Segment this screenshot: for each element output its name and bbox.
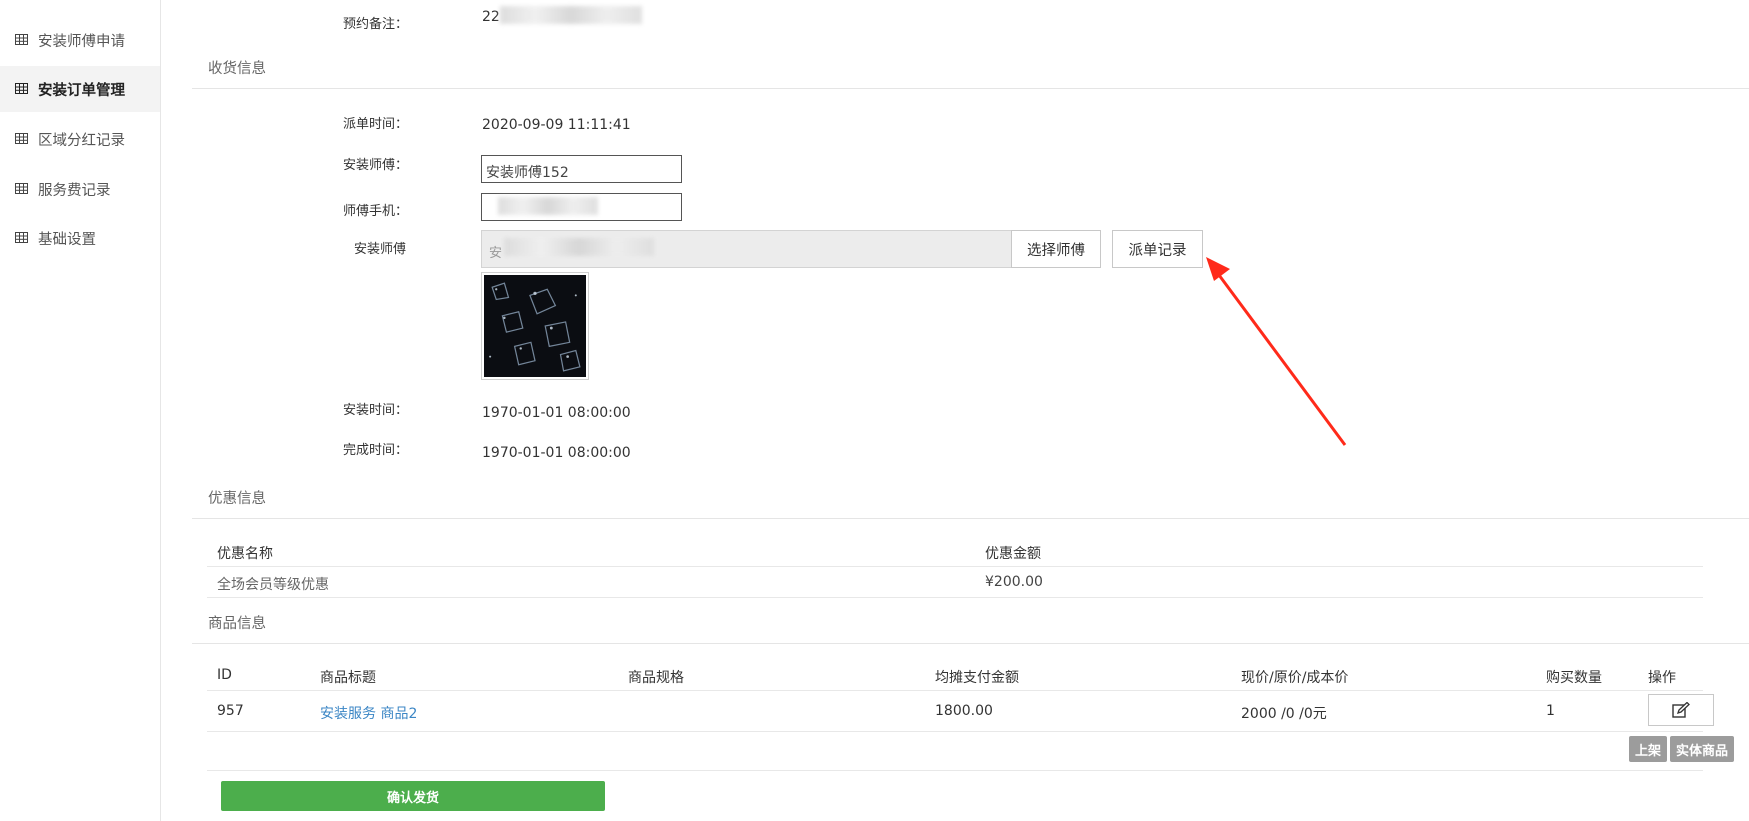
discount-name-cell: 全场会员等级优惠 (217, 577, 329, 593)
goods-title-link[interactable]: 安装服务 商品2 (320, 703, 417, 723)
divider (192, 518, 1749, 519)
table-icon (15, 34, 28, 45)
sidebar-item-label: 安装师傅申请 (38, 34, 125, 50)
sidebar-item-label: 安装订单管理 (38, 83, 125, 99)
goods-header-price: 现价/原价/成本价 (1241, 670, 1349, 686)
row-divider (207, 770, 1703, 771)
status-badge-physical-goods: 实体商品 (1670, 736, 1734, 762)
table-icon (15, 183, 28, 194)
section-title-discount: 优惠信息 (208, 491, 266, 507)
sidebar-item-region-dividends[interactable]: 区域分红记录 (0, 116, 160, 162)
status-badge-on-shelf: 上架 (1629, 736, 1667, 762)
sidebar-item-basic-settings[interactable]: 基础设置 (0, 215, 160, 261)
sidebar: 安装师傅申请 安装订单管理 区域分红记录 服务费记录 基础设置 (0, 0, 161, 821)
divider (192, 643, 1749, 644)
divider (192, 88, 1749, 89)
redacted-phone (498, 197, 598, 215)
goods-amount-cell: 1800.00 (935, 703, 993, 719)
confirm-shipment-button[interactable]: 确认发货 (221, 781, 605, 811)
goods-id-cell: 957 (217, 703, 244, 719)
table-icon (15, 232, 28, 243)
row-divider (207, 597, 1703, 598)
installer-select-value: 安 (489, 246, 503, 261)
installer-select-label: 安装师傅 (353, 242, 406, 257)
section-title-shipping: 收货信息 (208, 61, 266, 77)
edit-button[interactable] (1648, 694, 1714, 726)
photo-image (484, 275, 586, 377)
sidebar-item-installer-application[interactable]: 安装师傅申请 (0, 17, 160, 63)
installer-label: 安装师傅： (342, 158, 408, 173)
row-divider (207, 690, 1703, 691)
install-time-value: 1970-01-01 08:00:00 (482, 405, 631, 421)
sidebar-item-install-orders[interactable]: 安装订单管理 (0, 66, 160, 112)
row-divider (207, 566, 1703, 567)
remark-value: 22 (482, 9, 500, 25)
annotation-arrow-icon (1206, 257, 1347, 446)
discount-amount-cell: ¥200.00 (985, 574, 1043, 590)
dispatch-record-button[interactable]: 派单记录 (1112, 230, 1203, 268)
goods-header-title: 商品标题 (320, 670, 376, 686)
row-divider (207, 731, 1703, 732)
remark-label: 预约备注： (342, 17, 408, 32)
main-content: 预约备注： 22 收货信息 派单时间： 2020-09-09 11:11:41 … (160, 0, 1749, 821)
select-installer-button[interactable]: 选择师傅 (1011, 230, 1101, 268)
discount-header-name: 优惠名称 (217, 546, 273, 562)
phone-label: 师傅手机： (342, 204, 408, 219)
install-time-label: 安装时间： (342, 403, 408, 418)
goods-header-spec: 商品规格 (628, 670, 684, 686)
section-title-goods: 商品信息 (208, 616, 266, 632)
redacted-remark (500, 6, 642, 24)
installer-input[interactable]: 安装师傅152 (481, 155, 682, 183)
goods-header-amount: 均摊支付金额 (935, 670, 1019, 686)
table-icon (15, 83, 28, 94)
edit-icon (1672, 702, 1690, 718)
sidebar-item-label: 服务费记录 (38, 183, 111, 199)
goods-header-qty: 购买数量 (1546, 670, 1602, 686)
sidebar-item-label: 基础设置 (38, 232, 96, 248)
installer-photo (481, 272, 589, 380)
finish-time-value: 1970-01-01 08:00:00 (482, 445, 631, 461)
redacted-installer (504, 238, 654, 256)
table-icon (15, 133, 28, 144)
goods-price-cell: 2000 /0 /0元 (1241, 706, 1327, 722)
sidebar-item-label: 区域分红记录 (38, 133, 125, 149)
finish-time-label: 完成时间： (342, 443, 408, 458)
dispatch-time-value: 2020-09-09 11:11:41 (482, 117, 631, 133)
dispatch-time-label: 派单时间： (342, 117, 408, 132)
goods-header-id: ID (217, 667, 232, 683)
discount-header-amount: 优惠金额 (985, 546, 1041, 562)
goods-header-actions: 操作 (1648, 670, 1676, 686)
goods-qty-cell: 1 (1546, 703, 1555, 719)
sidebar-item-service-fee[interactable]: 服务费记录 (0, 166, 160, 212)
